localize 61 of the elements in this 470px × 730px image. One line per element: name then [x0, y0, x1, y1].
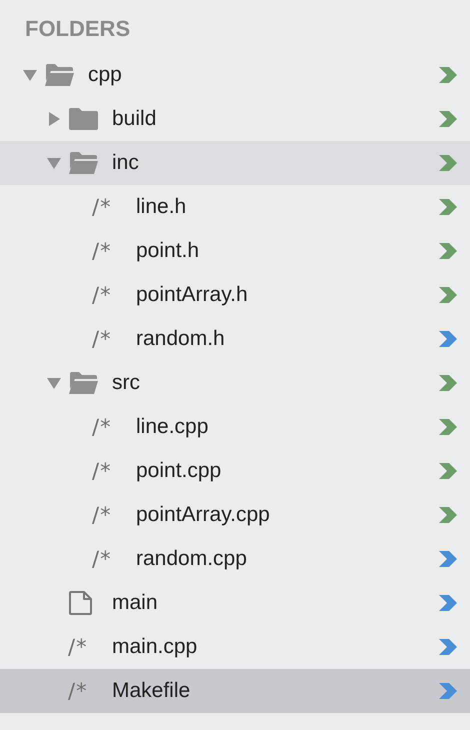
chevron-icon[interactable] — [439, 375, 457, 391]
tree-row[interactable]: cpp — [0, 53, 470, 97]
source-file-icon: /* — [92, 327, 112, 351]
chevron-icon[interactable] — [439, 639, 457, 655]
item-name: random.h — [136, 327, 226, 351]
tree-row[interactable]: /* line.cpp — [0, 405, 470, 449]
item-name: point.cpp — [136, 459, 222, 483]
chevron-icon[interactable] — [439, 111, 457, 127]
expanded-arrow-icon[interactable] — [23, 70, 37, 80]
tree-row[interactable]: /* point.cpp — [0, 449, 470, 493]
item-name: Makefile — [112, 679, 192, 703]
expanded-arrow-icon[interactable] — [47, 158, 61, 168]
source-file-icon: /* — [92, 283, 112, 307]
source-file-icon: /* — [92, 195, 112, 219]
collapsed-arrow-icon[interactable] — [48, 112, 60, 126]
tree-row[interactable]: /* line.h — [0, 185, 470, 229]
chevron-icon[interactable] — [439, 199, 457, 215]
tree-row[interactable]: /* main.cpp — [0, 625, 470, 669]
item-name: point.h — [136, 239, 200, 263]
chevron-icon[interactable] — [439, 287, 457, 303]
tree-row[interactable]: build — [0, 97, 470, 141]
item-name: line.cpp — [136, 415, 210, 439]
tree-row[interactable]: inc — [0, 141, 470, 185]
chevron-icon[interactable] — [439, 155, 457, 171]
chevron-icon[interactable] — [439, 67, 457, 83]
chevron-icon[interactable] — [439, 331, 457, 347]
tree-row[interactable]: src — [0, 361, 470, 405]
source-file-icon: /* — [92, 415, 112, 439]
tree-row[interactable]: /* Makefile — [0, 669, 470, 713]
tree-row[interactable]: /* random.cpp — [0, 537, 470, 581]
chevron-icon[interactable] — [439, 463, 457, 479]
source-file-icon: /* — [92, 503, 112, 527]
item-name: cpp — [88, 63, 123, 87]
item-name: line.h — [136, 195, 188, 219]
source-file-icon: /* — [92, 547, 112, 571]
tree-row[interactable]: /* random.h — [0, 317, 470, 361]
item-name: random.cpp — [136, 547, 248, 571]
chevron-icon[interactable] — [439, 419, 457, 435]
tree-row[interactable]: /* pointArray.h — [0, 273, 470, 317]
tree-row[interactable]: /* pointArray.cpp — [0, 493, 470, 537]
file-icon — [68, 590, 94, 616]
chevron-icon[interactable] — [439, 507, 457, 523]
tree-row[interactable]: main — [0, 581, 470, 625]
chevron-icon[interactable] — [439, 683, 457, 699]
tree-row[interactable]: /* point.h — [0, 229, 470, 273]
section-title: FOLDERS — [25, 14, 130, 42]
item-name: inc — [112, 151, 140, 175]
item-name: pointArray.h — [136, 283, 249, 307]
item-name: pointArray.cpp — [136, 503, 271, 527]
item-name: build — [112, 107, 158, 131]
chevron-icon[interactable] — [439, 551, 457, 567]
chevron-icon[interactable] — [439, 595, 457, 611]
source-file-icon: /* — [92, 239, 112, 263]
expanded-arrow-icon[interactable] — [47, 378, 61, 388]
item-name: src — [112, 371, 141, 395]
item-name: main — [112, 591, 159, 615]
source-file-icon: /* — [92, 459, 112, 483]
source-file-icon: /* — [68, 635, 88, 659]
source-file-icon: /* — [68, 679, 88, 703]
item-name: main.cpp — [112, 635, 198, 659]
chevron-icon[interactable] — [439, 243, 457, 259]
